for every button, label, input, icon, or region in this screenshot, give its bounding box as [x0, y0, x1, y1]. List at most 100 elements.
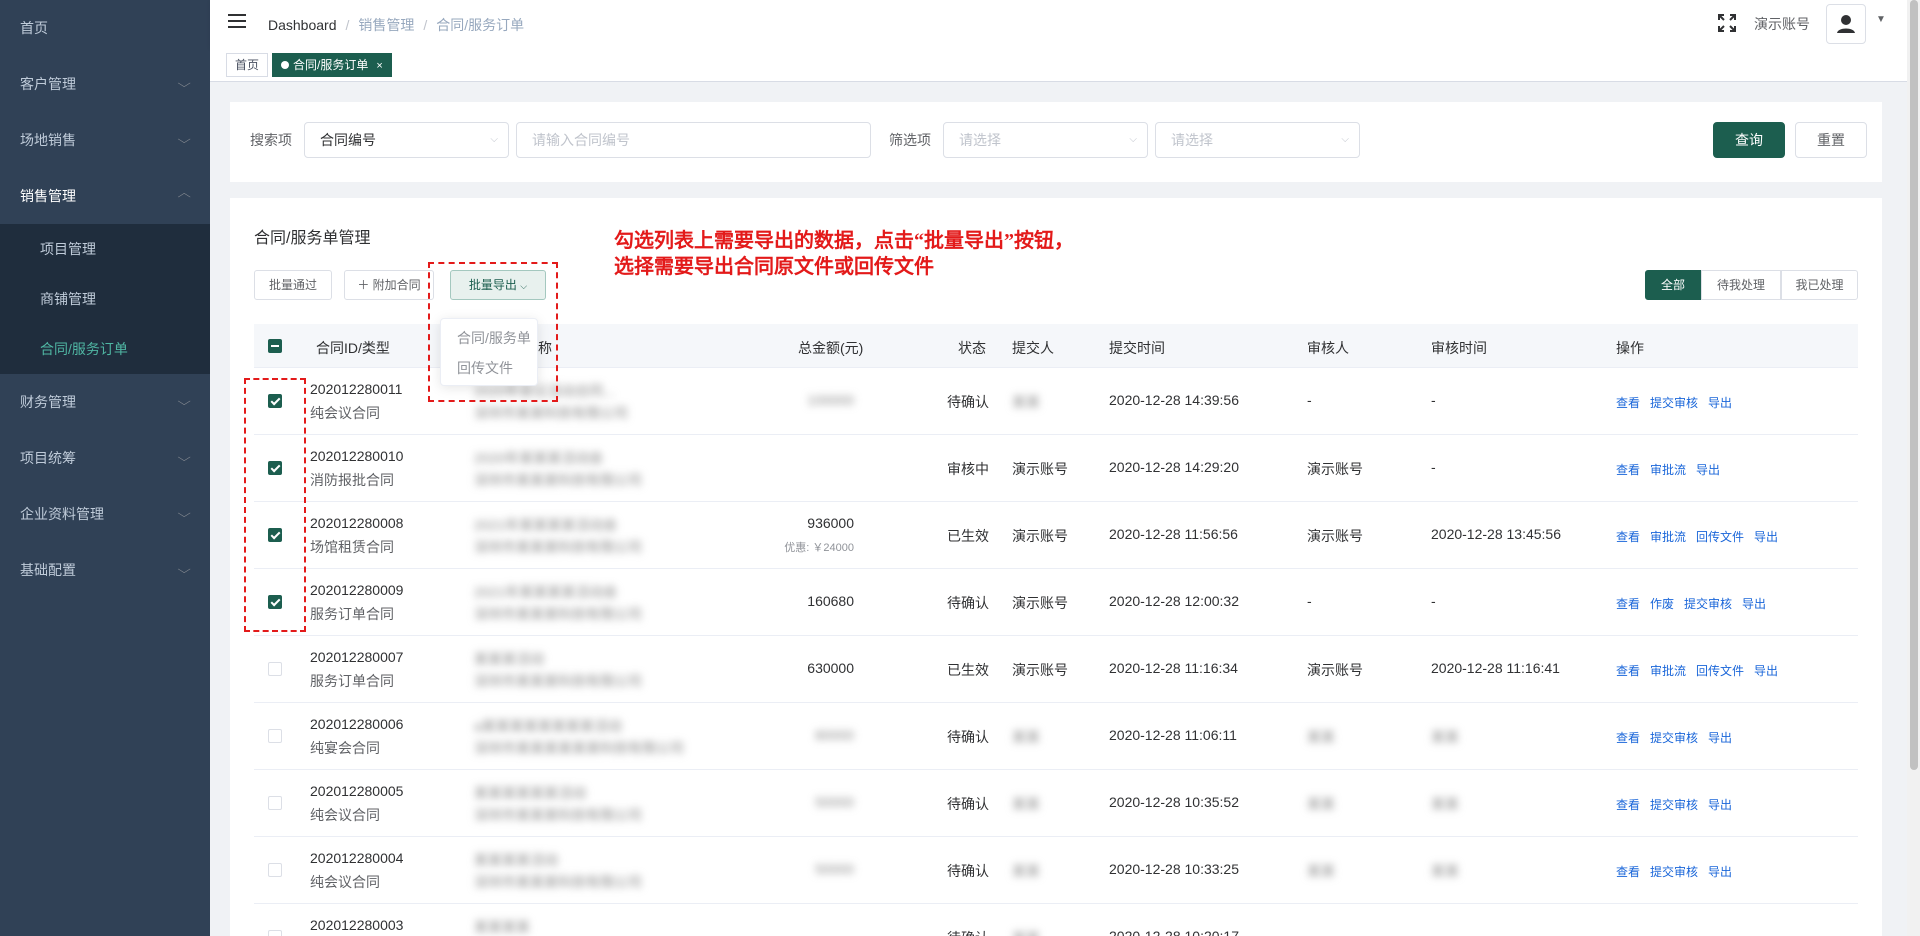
action-link[interactable]: 导出 — [1742, 597, 1766, 611]
caret-down-icon[interactable]: ▼ — [1876, 14, 1886, 25]
filter-label: 筛选项 — [889, 132, 931, 148]
avatar[interactable] — [1826, 4, 1866, 44]
search-input[interactable]: 请输入合同编号 — [516, 122, 871, 158]
action-link[interactable]: 导出 — [1708, 798, 1732, 812]
filter-select-2[interactable]: 请选择 ⌵ — [1155, 122, 1360, 158]
action-link[interactable]: 导出 — [1708, 865, 1732, 879]
status-badge: 已生效 — [947, 528, 989, 544]
tag-home[interactable]: 首页 — [226, 53, 269, 77]
action-link[interactable]: 提交审核 — [1650, 396, 1698, 410]
action-link[interactable]: 导出 — [1754, 530, 1778, 544]
sidebar-subitem-projects[interactable]: 项目管理 — [0, 224, 210, 274]
sidebar-subitem-contracts[interactable]: 合同/服务订单 — [0, 324, 210, 374]
segment-all[interactable]: 全部 — [1645, 270, 1701, 300]
action-link[interactable]: 作废 — [1650, 597, 1674, 611]
sidebar-item-customers[interactable]: 客户管理 ⌵ — [0, 56, 210, 112]
action-link[interactable]: 查看 — [1616, 396, 1640, 410]
annotation-line: 勾选列表上需要导出的数据，点击“批量导出”按钮， — [614, 230, 1074, 252]
row-checkbox[interactable] — [268, 461, 282, 475]
row-checkbox[interactable] — [268, 729, 282, 743]
submitter: 演示账号 — [1012, 662, 1068, 678]
action-link[interactable]: 查看 — [1616, 865, 1640, 879]
action-link[interactable]: 审批流 — [1650, 530, 1686, 544]
breadcrumb-sales[interactable]: 销售管理 — [358, 17, 414, 33]
status-badge: 待确认 — [947, 394, 989, 410]
sidebar-item-home[interactable]: 首页 — [0, 0, 210, 56]
row-checkbox[interactable] — [268, 528, 282, 542]
add-contract-button[interactable]: ＋ 附加合同 — [344, 270, 434, 300]
dropdown-item-return-file[interactable]: 回传文件 — [441, 353, 537, 383]
action-link[interactable]: 导出 — [1708, 731, 1732, 745]
account-name[interactable]: 演示账号 — [1754, 14, 1810, 34]
batch-export-button[interactable]: 批量导出 ⌵ — [450, 270, 546, 300]
action-link[interactable]: 导出 — [1696, 463, 1720, 477]
reviewer: 演示账号 — [1307, 461, 1363, 477]
sidebar-item-sales[interactable]: 销售管理 ⌵ — [0, 168, 210, 224]
scrollbar[interactable] — [1907, 0, 1920, 936]
row-checkbox[interactable] — [268, 863, 282, 877]
tag-contracts[interactable]: 合同/服务订单 × — [272, 53, 392, 77]
action-link[interactable]: 查看 — [1616, 597, 1640, 611]
action-link[interactable]: 查看 — [1616, 731, 1640, 745]
query-button[interactable]: 查询 — [1713, 122, 1785, 158]
segment-pending[interactable]: 待我处理 — [1701, 270, 1781, 300]
breadcrumb-dashboard[interactable]: Dashboard — [268, 17, 337, 33]
action-link[interactable]: 回传文件 — [1696, 664, 1744, 678]
action-link[interactable]: 导出 — [1708, 396, 1732, 410]
row-actions: 查看 审批流 导出 — [1616, 461, 1730, 478]
row-checkbox[interactable] — [268, 595, 282, 609]
sidebar-item-enterprise-data[interactable]: 企业资料管理 ⌵ — [0, 486, 210, 542]
search-field-select[interactable]: 合同编号 ⌵ — [304, 122, 509, 158]
action-link[interactable]: 回传文件 — [1696, 530, 1744, 544]
action-link[interactable]: 查看 — [1616, 530, 1640, 544]
contract-id: 202012280011 — [310, 381, 403, 397]
navbar: Dashboard / 销售管理 / 合同/服务订单 演示账号 ▼ — [210, 0, 1907, 48]
contract-name: 某某某某活动 — [474, 852, 558, 868]
fullscreen-icon[interactable] — [1718, 14, 1736, 32]
hamburger-icon[interactable] — [228, 14, 246, 30]
row-checkbox[interactable] — [268, 394, 282, 408]
col-submitter: 提交人 — [1012, 340, 1054, 356]
action-link[interactable]: 审批流 — [1650, 664, 1686, 678]
sidebar-item-base-config[interactable]: 基础配置 ⌵ — [0, 542, 210, 598]
action-link[interactable]: 查看 — [1616, 798, 1640, 812]
status-badge: 待确认 — [947, 863, 989, 879]
chevron-down-icon: ⌵ — [490, 134, 498, 145]
contract-company: 深圳市某某某科技有限公司 — [474, 539, 642, 555]
action-link[interactable]: 提交审核 — [1650, 798, 1698, 812]
sidebar-item-project-coordination[interactable]: 项目统筹 ⌵ — [0, 430, 210, 486]
scrollbar-thumb[interactable] — [1910, 0, 1918, 770]
table-row: 202012280008 场馆租赁合同 2021年某某某某活动会 深圳市某某某科技有限… — [254, 502, 1858, 569]
dropdown-item-contract[interactable]: 合同/服务单 — [441, 323, 537, 353]
reset-button[interactable]: 重置 — [1795, 122, 1867, 158]
sidebar-item-venue-sales[interactable]: 场地销售 ⌵ — [0, 112, 210, 168]
filter-select-1[interactable]: 请选择 ⌵ — [943, 122, 1148, 158]
sidebar-item-label: 客户管理 — [20, 76, 76, 92]
action-link[interactable]: 导出 — [1754, 664, 1778, 678]
contract-amount: 50000 — [815, 794, 854, 810]
action-link[interactable]: 审批流 — [1650, 463, 1686, 477]
action-link[interactable]: 查看 — [1616, 664, 1640, 678]
submit-time: 2020-12-28 10:35:52 — [1109, 794, 1239, 810]
contract-company: 深圳市某某科技有限公司 — [474, 405, 628, 421]
action-link[interactable]: 查看 — [1616, 463, 1640, 477]
action-link[interactable]: 提交审核 — [1684, 597, 1732, 611]
action-link[interactable]: 提交审核 — [1650, 865, 1698, 879]
search-placeholder: 请输入合同编号 — [532, 132, 630, 148]
row-checkbox[interactable] — [268, 662, 282, 676]
chevron-down-icon: ⌵ — [177, 452, 191, 464]
close-icon[interactable]: × — [376, 60, 382, 72]
row-checkbox[interactable] — [268, 930, 282, 936]
contract-name: 2021年某某某某活动会 — [474, 517, 618, 533]
contract-amount: 936000 — [807, 515, 854, 531]
contract-type: 消防报批合同 — [310, 472, 394, 488]
sidebar-subitem-shops[interactable]: 商铺管理 — [0, 274, 210, 324]
row-checkbox[interactable] — [268, 796, 282, 810]
select-all-checkbox[interactable] — [268, 339, 282, 353]
contract-type: 纯会议合同 — [310, 405, 380, 421]
action-link[interactable]: 提交审核 — [1650, 731, 1698, 745]
segment-processed[interactable]: 我已处理 — [1781, 270, 1858, 300]
sidebar-item-finance[interactable]: 财务管理 ⌵ — [0, 374, 210, 430]
batch-approve-button[interactable]: 批量通过 — [254, 270, 332, 300]
reviewer: 某某 — [1307, 796, 1335, 812]
